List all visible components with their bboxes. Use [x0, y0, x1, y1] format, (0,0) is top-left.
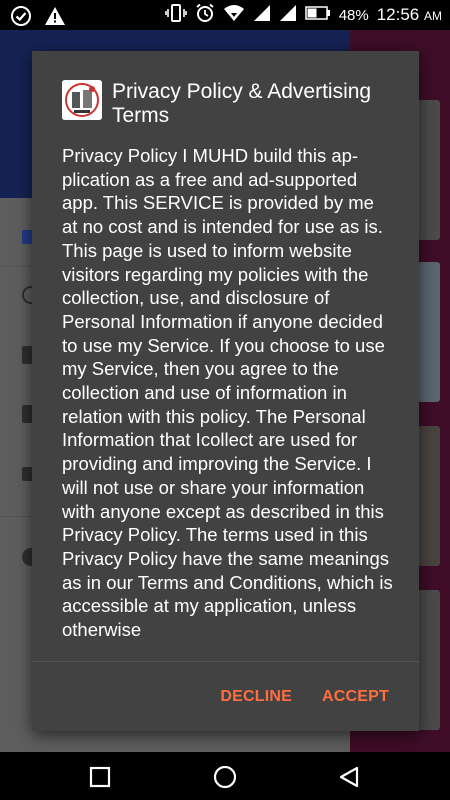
check-circle-icon	[10, 5, 32, 32]
clock-time: 12:56	[376, 5, 420, 24]
navigation-bar	[0, 752, 450, 800]
app-logo-icon	[62, 80, 102, 120]
dialog-actions: DECLINE ACCEPT	[220, 688, 389, 706]
dialog-title: Privacy Policy & Advertising Terms	[112, 80, 372, 127]
wifi-icon	[223, 4, 245, 27]
dialog-body-text[interactable]: Privacy Policy I MUHD build this ap-plic…	[62, 144, 394, 661]
accept-button[interactable]: ACCEPT	[322, 688, 389, 706]
home-circle-icon[interactable]	[213, 765, 237, 789]
content-card	[418, 590, 440, 730]
battery-percent: 48%	[338, 6, 369, 24]
warning-icon	[44, 6, 66, 31]
back-triangle-icon[interactable]	[338, 766, 360, 788]
content-card	[418, 426, 440, 566]
decline-button[interactable]: DECLINE	[220, 688, 292, 706]
content-card	[418, 100, 440, 240]
signal-icon	[253, 4, 271, 27]
status-left-icons	[10, 5, 66, 32]
signal-icon	[279, 4, 297, 27]
privacy-policy-dialog: Privacy Policy & Advertising Terms Priva…	[32, 51, 419, 731]
status-bar: 48% 12:56 AM	[0, 0, 450, 30]
dialog-divider	[32, 661, 419, 662]
recents-square-icon[interactable]	[89, 766, 111, 788]
battery-icon	[304, 5, 331, 25]
vibrate-icon	[164, 3, 187, 28]
clock: 12:56 AM	[377, 5, 442, 25]
status-right-icons: 48% 12:56 AM	[164, 3, 442, 28]
content-card	[418, 262, 440, 402]
alarm-icon	[195, 3, 215, 28]
clock-ampm: AM	[424, 9, 442, 23]
dialog-header: Privacy Policy & Advertising Terms	[62, 80, 403, 128]
